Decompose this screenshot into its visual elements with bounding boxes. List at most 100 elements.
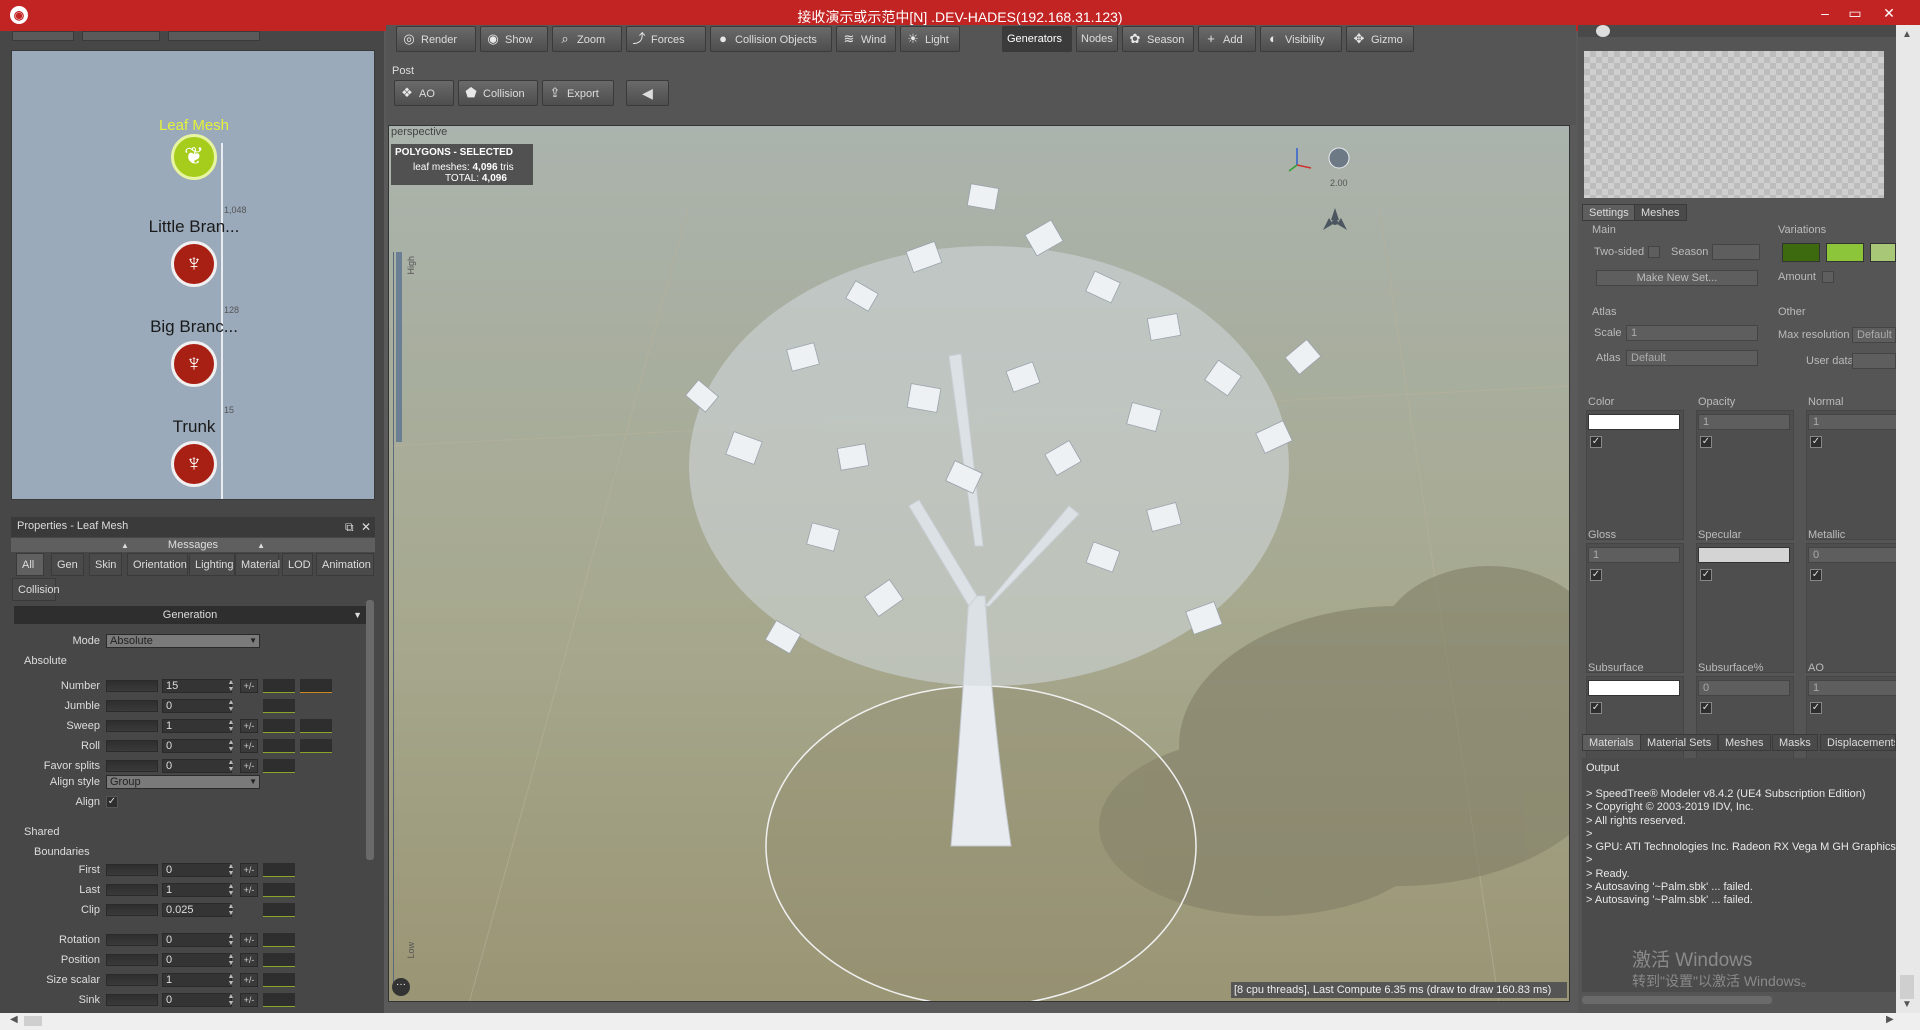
- maximize-button[interactable]: ▭: [1842, 2, 1868, 24]
- arrow-down-icon[interactable]: ▼: [1902, 999, 1912, 1010]
- arrow-right-icon[interactable]: ▶: [1886, 1014, 1894, 1025]
- channel-value-field[interactable]: 0: [1808, 547, 1900, 563]
- channel-enable-checkbox[interactable]: ✓: [1810, 436, 1822, 448]
- random-variance-button[interactable]: +/-: [240, 739, 258, 753]
- channel-enable-checkbox[interactable]: ✓: [1700, 569, 1712, 581]
- curve-editor[interactable]: [263, 699, 295, 713]
- window-horizontal-scrollbar[interactable]: ◀ ▶: [0, 1013, 1920, 1030]
- graph-node-leaf-mesh[interactable]: Leaf Mesh ❦: [12, 117, 374, 180]
- tab-gen[interactable]: Gen: [51, 553, 84, 576]
- toolbar-button-add[interactable]: + Add: [1198, 26, 1256, 52]
- value-slider[interactable]: [106, 974, 158, 986]
- value-input[interactable]: 15: [162, 679, 232, 693]
- 3d-viewport[interactable]: perspective POLYGONS - SELECTED leaf mes…: [388, 125, 1570, 1002]
- curve-editor[interactable]: [263, 719, 295, 733]
- channel-value-field[interactable]: 0: [1698, 680, 1790, 696]
- channel-color-swatch[interactable]: [1588, 680, 1680, 696]
- channel-value-field[interactable]: 1: [1588, 547, 1680, 563]
- channel-enable-checkbox[interactable]: ✓: [1810, 569, 1822, 581]
- graph-node-little-branches[interactable]: Little Bran... ♆: [12, 217, 374, 287]
- toolbar-button-ao[interactable]: ❖ AO: [394, 80, 454, 106]
- value-input[interactable]: 0: [162, 739, 232, 753]
- random-variance-button[interactable]: +/-: [240, 719, 258, 733]
- random-variance-button[interactable]: +/-: [240, 973, 258, 987]
- minimize-button[interactable]: –: [1812, 2, 1838, 24]
- value-input[interactable]: 0: [162, 953, 232, 967]
- tab-lighting[interactable]: Lighting: [189, 553, 235, 576]
- generator-graph[interactable]: Leaf Mesh ❦ 1,048 Little Bran... ♆ 128 B…: [11, 50, 375, 500]
- spinner-arrows-icon[interactable]: ▲ ▼: [226, 679, 236, 693]
- value-slider[interactable]: [106, 680, 158, 692]
- spinner-arrows-icon[interactable]: ▲ ▼: [226, 719, 236, 733]
- amount-checkbox[interactable]: [1822, 271, 1834, 283]
- toolbar-button-light[interactable]: ☀ Light: [900, 26, 960, 52]
- atlas-select[interactable]: Default: [1626, 350, 1758, 366]
- align-checkbox[interactable]: ✓: [106, 796, 118, 808]
- value-input[interactable]: 1: [162, 883, 232, 897]
- tab-lod[interactable]: LOD: [282, 553, 313, 576]
- value-input[interactable]: 0: [162, 993, 232, 1007]
- mode-select[interactable]: Absolute ▼: [106, 634, 260, 648]
- random-variance-button[interactable]: +/-: [240, 953, 258, 967]
- value-input[interactable]: 1: [162, 719, 232, 733]
- toolbar-button-nodes[interactable]: Nodes: [1076, 26, 1118, 52]
- variation-swatch[interactable]: [1782, 243, 1820, 262]
- curve-editor[interactable]: [263, 903, 295, 917]
- viewport-mode-label[interactable]: perspective: [391, 126, 447, 138]
- season-field[interactable]: [1712, 244, 1760, 260]
- value-slider[interactable]: [106, 720, 158, 732]
- value-slider[interactable]: [106, 884, 158, 896]
- spinner-arrows-icon[interactable]: ▲ ▼: [226, 903, 236, 917]
- top-tool-button[interactable]: [82, 31, 160, 41]
- tab-displacements[interactable]: Displacements: [1820, 734, 1896, 751]
- more-options-button[interactable]: ···: [392, 978, 410, 996]
- value-slider[interactable]: [106, 760, 158, 772]
- tab-all[interactable]: All: [16, 553, 44, 576]
- toolbar-button-visibility[interactable]: ◐ Visibility: [1260, 26, 1342, 52]
- align-style-select[interactable]: Group ▼: [106, 775, 260, 789]
- toolbar-button-zoom[interactable]: ⌕ Zoom: [552, 26, 622, 52]
- value-input[interactable]: 0.025: [162, 903, 232, 917]
- messages-bar[interactable]: ▲ Messages ▲: [11, 538, 375, 552]
- value-input[interactable]: 0: [162, 863, 232, 877]
- random-variance-button[interactable]: +/-: [240, 679, 258, 693]
- tab-materials[interactable]: Materials: [1582, 734, 1641, 751]
- toolbar-button-show[interactable]: ◉ Show: [480, 26, 548, 52]
- top-tool-button[interactable]: [12, 31, 74, 41]
- channel-value-field[interactable]: 1: [1698, 414, 1790, 430]
- curve-editor[interactable]: [263, 973, 295, 987]
- curve-editor[interactable]: [300, 739, 332, 753]
- value-input[interactable]: 0: [162, 699, 232, 713]
- value-slider[interactable]: [106, 994, 158, 1006]
- tab-collision[interactable]: Collision: [12, 578, 60, 601]
- channel-color-swatch[interactable]: [1698, 547, 1790, 563]
- toolbar-button-wind[interactable]: ≋ Wind: [836, 26, 896, 52]
- tab-orientation[interactable]: Orientation: [127, 553, 188, 576]
- toolbar-button-gizmo[interactable]: ✥ Gizmo: [1346, 26, 1414, 52]
- toolbar-button-season[interactable]: ✿ Season: [1122, 26, 1194, 52]
- channel-enable-checkbox[interactable]: ✓: [1810, 702, 1822, 714]
- value-slider[interactable]: [106, 740, 158, 752]
- random-variance-button[interactable]: +/-: [240, 883, 258, 897]
- channel-enable-checkbox[interactable]: ✓: [1700, 702, 1712, 714]
- graph-node-trunk[interactable]: Trunk ♆: [12, 417, 374, 487]
- random-variance-button[interactable]: +/-: [240, 863, 258, 877]
- user-data-field[interactable]: [1852, 353, 1896, 369]
- scrollbar-thumb[interactable]: [24, 1016, 42, 1026]
- value-slider[interactable]: [106, 864, 158, 876]
- channel-enable-checkbox[interactable]: ✓: [1700, 436, 1712, 448]
- spinner-arrows-icon[interactable]: ▲ ▼: [226, 973, 236, 987]
- two-sided-checkbox[interactable]: [1648, 246, 1660, 258]
- undock-icon[interactable]: ⧉: [345, 520, 354, 535]
- curve-editor[interactable]: [263, 953, 295, 967]
- tab-masks[interactable]: Masks: [1772, 734, 1818, 751]
- curve-editor[interactable]: [300, 719, 332, 733]
- value-input[interactable]: 0: [162, 933, 232, 947]
- random-variance-button[interactable]: +/-: [240, 933, 258, 947]
- wind-fan-icon[interactable]: [1323, 208, 1347, 230]
- spinner-arrows-icon[interactable]: ▲ ▼: [226, 953, 236, 967]
- channel-value-field[interactable]: 1: [1808, 414, 1900, 430]
- tab-material[interactable]: Material: [235, 553, 280, 576]
- value-slider[interactable]: [106, 904, 158, 916]
- curve-editor[interactable]: [263, 739, 295, 753]
